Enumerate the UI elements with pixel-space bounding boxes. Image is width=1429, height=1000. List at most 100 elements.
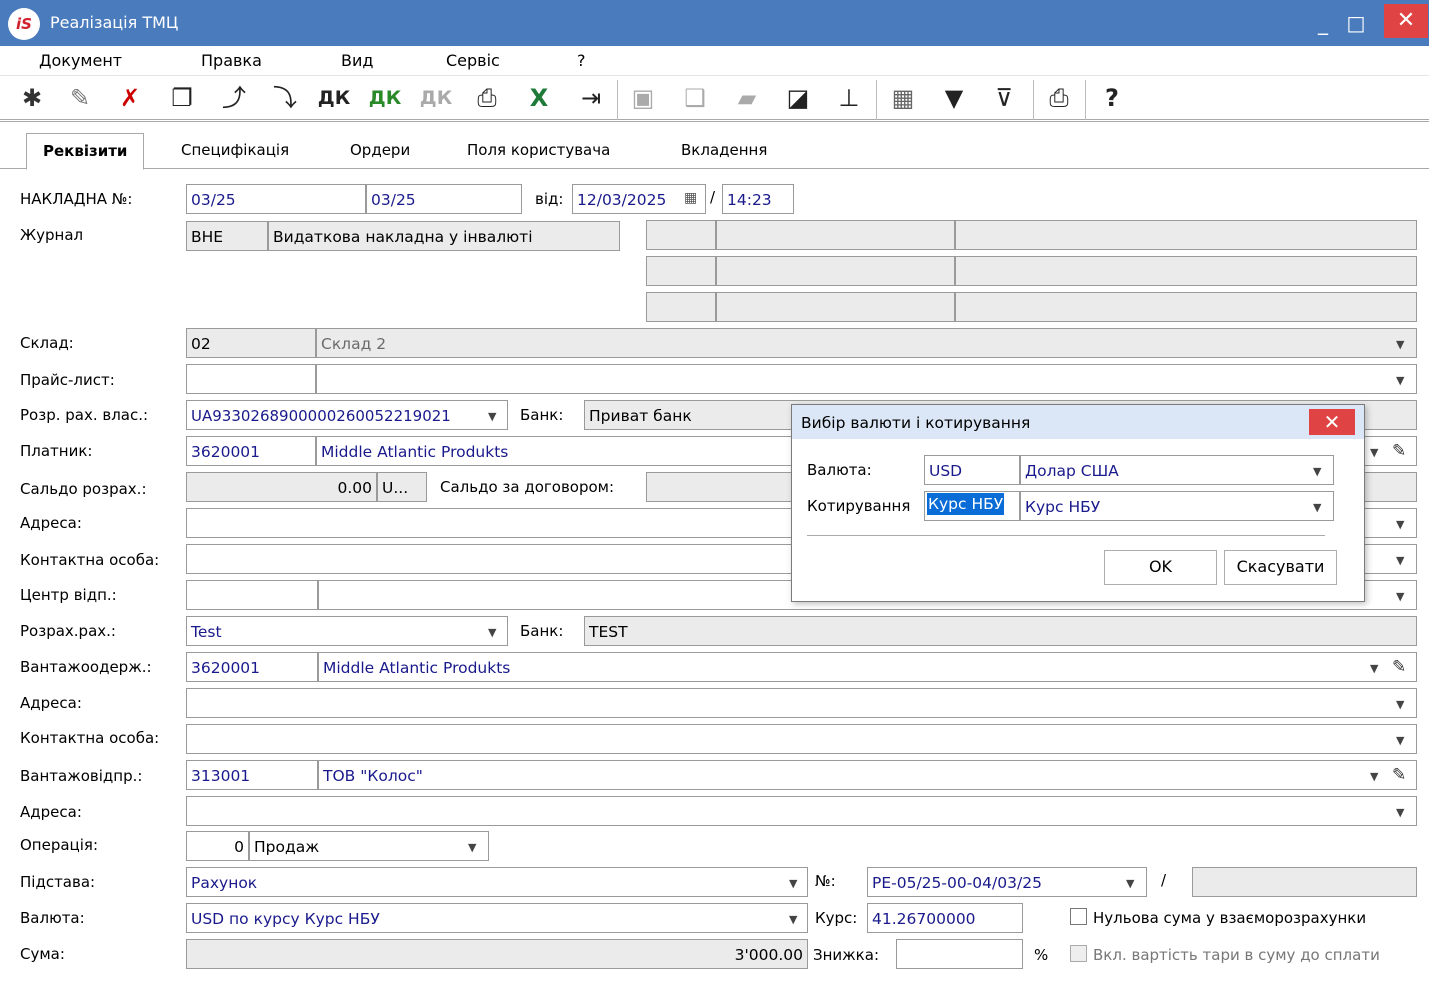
consignee-code-field[interactable]: 3620001	[186, 652, 318, 682]
chevron-down-icon[interactable]: ▼	[789, 877, 797, 890]
copy-icon[interactable]: ❐	[164, 80, 200, 116]
link-up-icon[interactable]: ⤴	[216, 80, 252, 116]
zero-sum-label: Нульова сума у взаєморозрахунки	[1093, 909, 1367, 927]
window-icon[interactable]: ◪	[780, 80, 816, 116]
zero-sum-checkbox[interactable]	[1070, 908, 1087, 925]
number-label: №:	[815, 872, 836, 890]
edit-icon[interactable]: ✎	[62, 80, 98, 116]
payer-address-label: Адреса:	[20, 514, 82, 532]
rate-field[interactable]: 41.26700000	[867, 903, 1023, 933]
currency-dialog: Вибір валюти і котирування ✕ Валюта: USD…	[791, 404, 1365, 602]
dialog-currency-name-field[interactable]: Долар США	[1020, 455, 1334, 485]
balance-value-field: 0.00	[186, 472, 377, 502]
tab-user-fields[interactable]: Поля користувача	[467, 141, 610, 159]
pricelist-name-field[interactable]	[316, 364, 1417, 394]
pencil-icon[interactable]: ✎	[1392, 657, 1406, 677]
delete-icon[interactable]: ✗	[112, 80, 148, 116]
maximize-button[interactable]: □	[1341, 8, 1371, 38]
consignee-contact-field[interactable]	[186, 724, 1417, 754]
operation-code-field[interactable]: 0	[186, 831, 249, 861]
dialog-close-button[interactable]: ✕	[1309, 409, 1355, 435]
consignee-label: Вантажоодерж.:	[20, 658, 152, 676]
warehouse-name-field[interactable]: Склад 2	[316, 328, 1417, 358]
menu-service[interactable]: Сервіс	[446, 51, 500, 70]
settle-account-field[interactable]: Test	[186, 616, 508, 646]
tab-requisites[interactable]: Реквізити	[26, 133, 145, 170]
pencil-icon[interactable]: ✎	[1392, 441, 1406, 461]
chevron-down-icon[interactable]: ▼	[1126, 877, 1134, 890]
book-icon: ❑	[684, 84, 706, 112]
shipper-address-field[interactable]	[186, 796, 1417, 826]
chevron-down-icon[interactable]: ▼	[468, 841, 476, 854]
tab-orders[interactable]: Ордери	[350, 141, 410, 159]
consignee-name-field[interactable]: Middle Atlantic Produkts	[318, 652, 1417, 682]
dk-icon[interactable]: ДК	[316, 80, 352, 116]
dialog-quote-name-field[interactable]: Курс НБУ	[1020, 491, 1334, 521]
chevron-down-icon[interactable]: ▼	[1396, 518, 1404, 531]
menu-edit[interactable]: Правка	[201, 51, 262, 70]
tree-icon[interactable]: ⊥	[831, 80, 867, 116]
create-icon[interactable]: ✱	[14, 80, 50, 116]
help-icon[interactable]: ?	[1094, 80, 1130, 116]
tare-checkbox	[1070, 945, 1087, 962]
shipper-code-field[interactable]: 313001	[186, 760, 318, 790]
chevron-down-icon[interactable]: ▼	[1370, 662, 1378, 675]
print-preview-icon[interactable]: ⎙	[469, 80, 505, 116]
basis-field[interactable]: Рахунок	[186, 867, 808, 897]
close-window-button[interactable]: ✕	[1384, 4, 1428, 38]
basis-label: Підстава:	[20, 873, 96, 891]
window-title: Реалізація ТМЦ	[50, 13, 179, 32]
payer-code-field[interactable]: 3620001	[186, 436, 316, 466]
excel-icon[interactable]: X	[521, 80, 557, 116]
time-field[interactable]: 14:23	[722, 184, 794, 214]
operation-name-field[interactable]: Продаж	[249, 831, 489, 861]
export-icon[interactable]: ⇥	[573, 80, 609, 116]
tab-attachments[interactable]: Вкладення	[681, 141, 767, 159]
calendar-icon[interactable]: ▦	[684, 190, 697, 206]
print-icon[interactable]: ⎙	[1041, 80, 1077, 116]
chevron-down-icon[interactable]: ▼	[789, 913, 797, 926]
invoice-number-field[interactable]: 03/25	[186, 184, 366, 214]
chevron-down-icon[interactable]: ▼	[1313, 465, 1321, 478]
discount-field[interactable]	[896, 939, 1023, 969]
warehouse-code-field: 02	[186, 328, 316, 358]
filter-icon[interactable]: ▼	[936, 80, 972, 116]
menu-help[interactable]: ?	[577, 51, 586, 70]
dialog-ok-button[interactable]: OK	[1104, 550, 1217, 585]
center-code-field[interactable]	[186, 580, 318, 610]
dialog-title-bar: Вибір валюти і котирування ✕	[792, 405, 1364, 439]
chevron-down-icon[interactable]: ▼	[1396, 698, 1404, 711]
dialog-quote-code-field[interactable]: Курс НБУ	[924, 491, 1020, 521]
consignee-address-field[interactable]	[186, 688, 1417, 718]
chevron-down-icon[interactable]: ▼	[488, 626, 496, 639]
pencil-icon[interactable]: ✎	[1392, 765, 1406, 785]
minimize-button[interactable]: _	[1308, 8, 1338, 38]
basis-number-field[interactable]: РЕ-05/25-00-04/03/25	[867, 867, 1147, 897]
rate-label: Курс:	[815, 909, 858, 927]
currency-field[interactable]: USD по курсу Курс НБУ	[186, 903, 808, 933]
chevron-down-icon[interactable]: ▼	[1396, 374, 1404, 387]
chevron-down-icon[interactable]: ▼	[1313, 501, 1321, 514]
tab-specification[interactable]: Специфікація	[181, 141, 289, 159]
chevron-down-icon[interactable]: ▼	[1396, 338, 1404, 351]
clear-filter-icon[interactable]: ⊽	[986, 80, 1022, 116]
shipper-name-field[interactable]: ТОВ "Колос"	[318, 760, 1417, 790]
grid-icon[interactable]: ▦	[885, 80, 921, 116]
chevron-down-icon[interactable]: ▼	[1370, 446, 1378, 459]
chevron-down-icon[interactable]: ▼	[488, 410, 496, 423]
invoice-number2-field[interactable]: 03/25	[366, 184, 522, 214]
dialog-cancel-button[interactable]: Скасувати	[1224, 550, 1337, 585]
chevron-down-icon[interactable]: ▼	[1396, 734, 1404, 747]
chevron-down-icon[interactable]: ▼	[1396, 806, 1404, 819]
pricelist-code-field[interactable]	[186, 364, 316, 394]
dk-green-icon[interactable]: ДК	[367, 80, 403, 116]
dialog-currency-code-field[interactable]: USD	[924, 455, 1020, 485]
own-account-field[interactable]: UA933026890000026005221902​1	[186, 400, 508, 430]
chevron-down-icon[interactable]: ▼	[1396, 590, 1404, 603]
link-down-icon[interactable]: ⤵	[267, 80, 303, 116]
chevron-down-icon[interactable]: ▼	[1396, 554, 1404, 567]
bank-label: Банк:	[520, 406, 564, 424]
menu-view[interactable]: Вид	[341, 51, 373, 70]
menu-document[interactable]: Документ	[39, 51, 122, 70]
chevron-down-icon[interactable]: ▼	[1370, 770, 1378, 783]
